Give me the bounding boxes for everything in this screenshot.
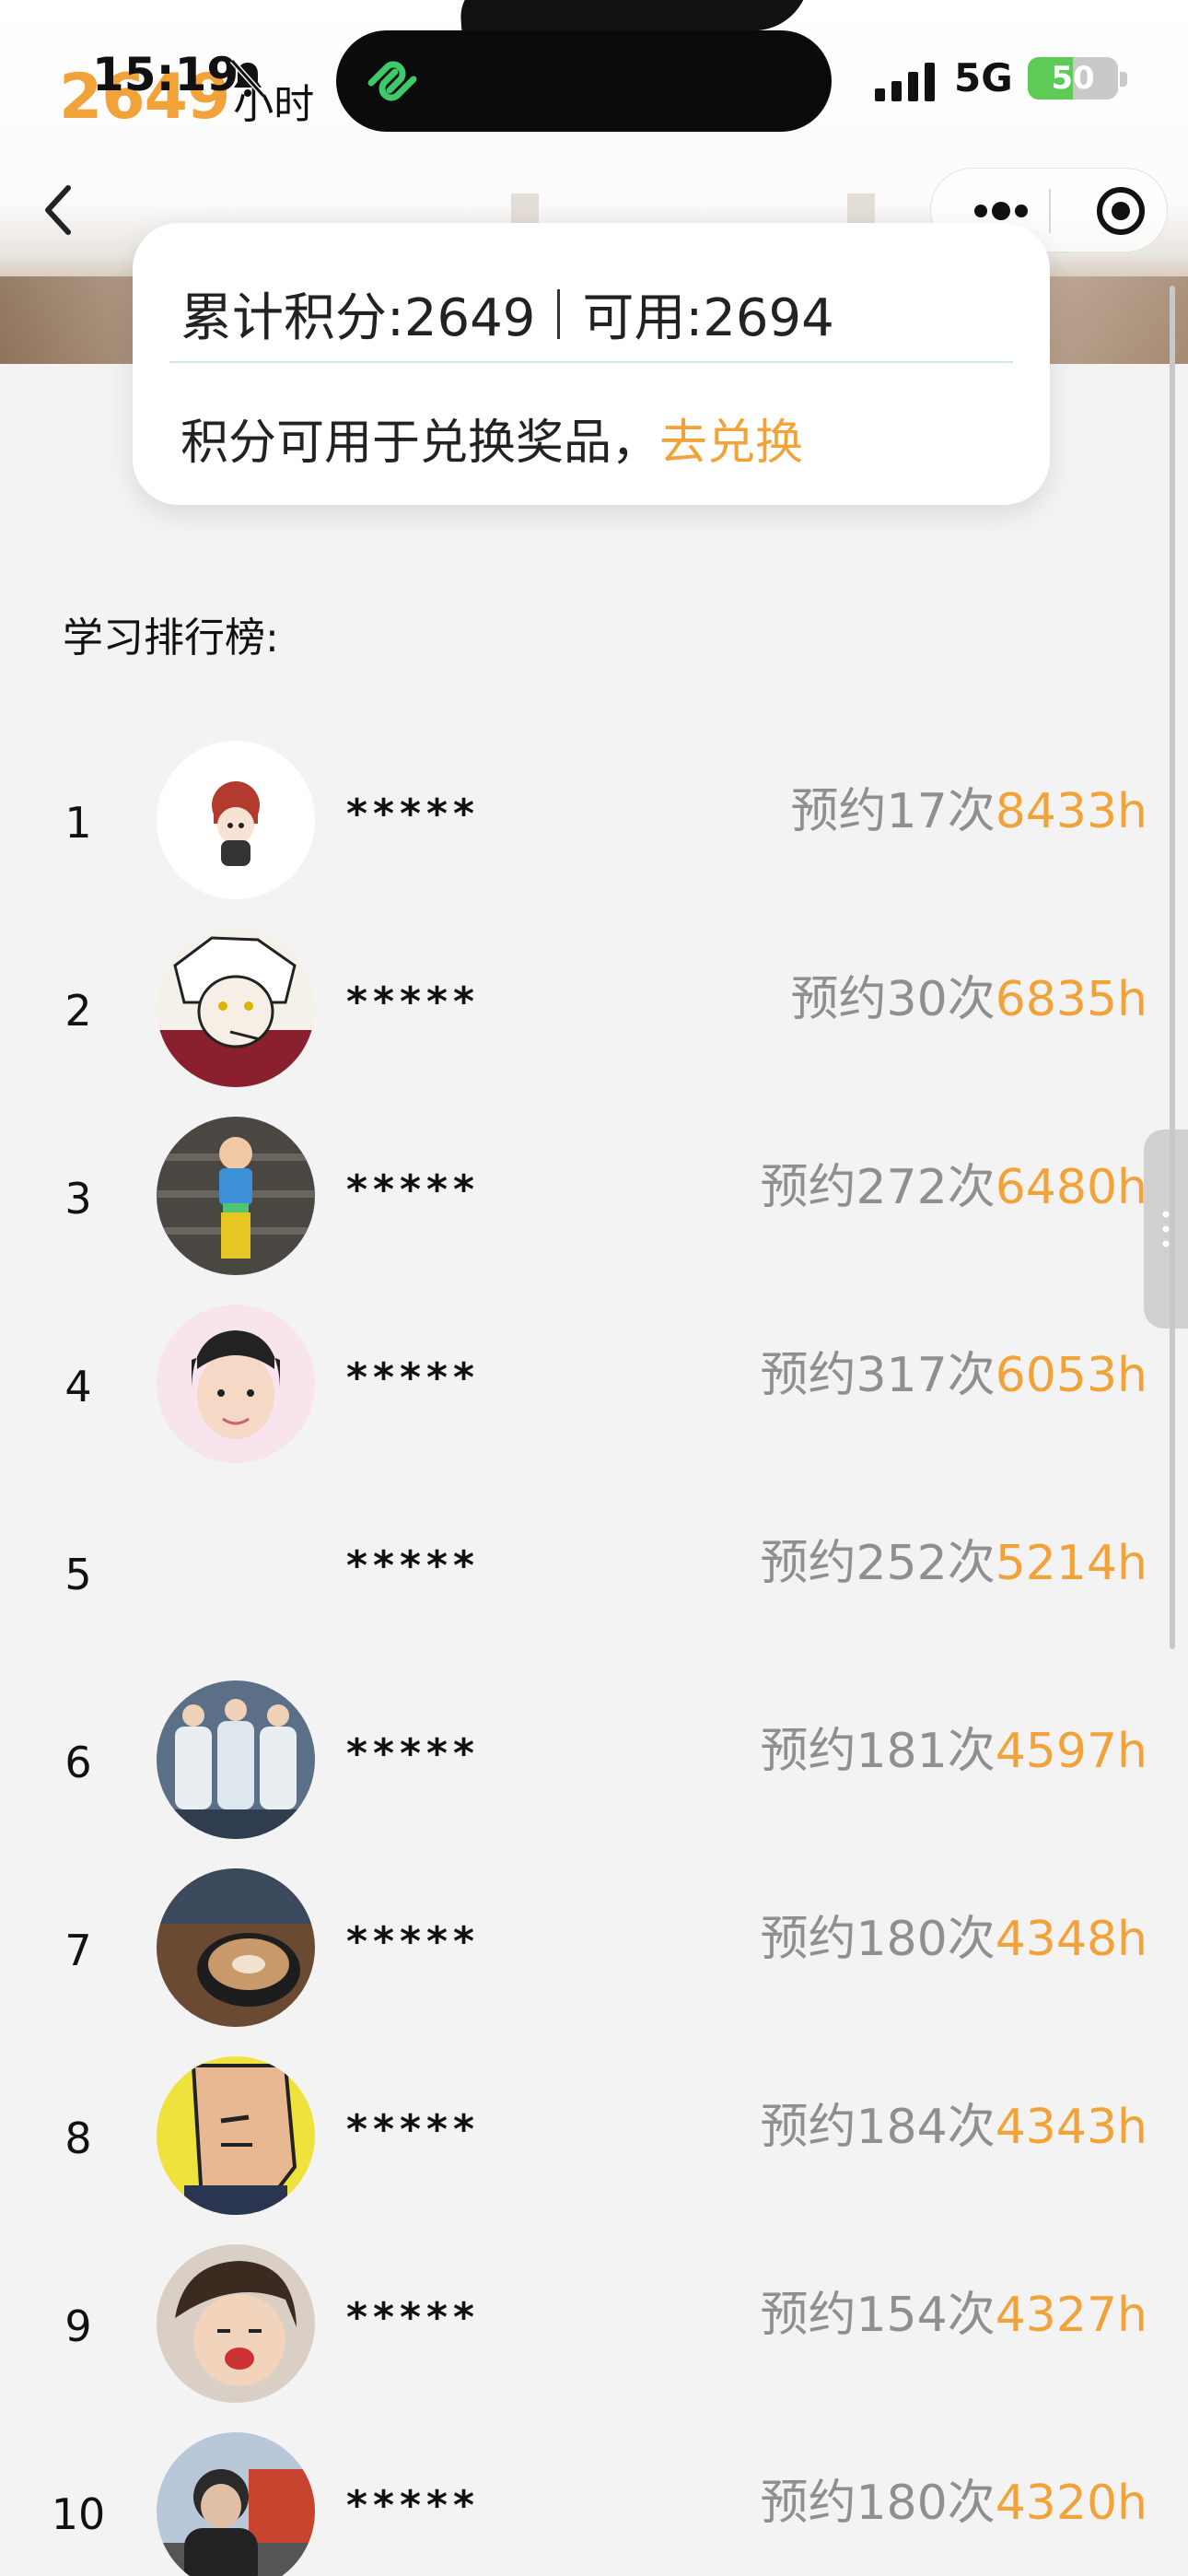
- ranking-row[interactable]: 8 ***** 预约184次4343h: [0, 2053, 1188, 2241]
- avatar: [157, 929, 315, 1087]
- points-separator: [557, 288, 561, 339]
- dynamic-island: [336, 30, 832, 132]
- ranking-row[interactable]: 1 ***** 预约17次8433h: [0, 737, 1188, 925]
- study-hours: 6480h: [995, 1160, 1147, 1215]
- study-hours: 4348h: [995, 1912, 1147, 1967]
- avatar: [157, 2432, 315, 2576]
- ranking-row[interactable]: 6 ***** 预约181次4597h: [0, 1677, 1188, 1865]
- study-stats: 预约17次8433h: [791, 772, 1147, 841]
- chevron-left-icon[interactable]: [33, 181, 85, 240]
- rank-number: 7: [64, 1926, 92, 1975]
- avatar: [157, 1868, 315, 2027]
- reservation-count: 预约30次: [790, 972, 996, 1027]
- user-name: *****: [346, 2294, 481, 2341]
- ranking-row[interactable]: 4 ***** 预约317次6053h: [0, 1301, 1188, 1489]
- avatar: [157, 741, 315, 899]
- status-time: 15:19: [92, 48, 239, 101]
- rank-number: 3: [64, 1174, 92, 1224]
- leaderboard-title: 学习排行榜:: [63, 615, 279, 662]
- bell-slash-icon: [229, 58, 266, 99]
- user-name: *****: [346, 1730, 481, 1777]
- reservation-count: 预约154次: [760, 2288, 996, 2343]
- vertical-dots-icon: [1162, 1211, 1170, 1247]
- user-name: *****: [346, 1542, 481, 1589]
- study-hours: 6835h: [995, 972, 1147, 1027]
- target-close-icon[interactable]: [1067, 181, 1159, 240]
- reservation-count: 预约181次: [760, 1724, 996, 1779]
- battery-percent: 50: [1051, 60, 1095, 97]
- user-name: *****: [346, 1354, 481, 1401]
- reservation-count: 预约252次: [760, 1536, 996, 1591]
- study-stats: 预约180次4348h: [760, 1900, 1147, 1969]
- study-stats: 预约180次4320h: [760, 2464, 1147, 2533]
- avatar: [157, 1680, 315, 1839]
- ranking-row[interactable]: 2 ***** 预约30次6835h: [0, 925, 1188, 1113]
- study-stats: 预约181次4597h: [760, 1712, 1147, 1781]
- study-stats: 预约252次5214h: [760, 1524, 1147, 1593]
- reservation-count: 预约317次: [760, 1348, 996, 1403]
- points-divider: [169, 361, 1013, 363]
- rank-number: 6: [64, 1738, 92, 1787]
- avatar: [157, 1305, 315, 1463]
- study-hours: 4343h: [995, 2100, 1147, 2155]
- study-hours: 8433h: [995, 784, 1147, 839]
- user-name: *****: [346, 1166, 481, 1213]
- app-activity-icon: [367, 61, 417, 101]
- user-name: *****: [346, 790, 481, 837]
- rank-number: 8: [64, 2113, 92, 2163]
- capsule-divider: [1049, 189, 1051, 233]
- exchange-link[interactable]: 去兑换: [659, 404, 803, 473]
- reservation-count: 预约272次: [760, 1160, 996, 1215]
- user-name: *****: [346, 1918, 481, 1965]
- reservation-count: 预约17次: [790, 784, 996, 839]
- study-stats: 预约30次6835h: [791, 960, 1147, 1029]
- user-name: *****: [346, 978, 481, 1025]
- user-name: *****: [346, 2106, 481, 2153]
- floating-side-handle[interactable]: [1144, 1130, 1188, 1329]
- rank-number: 5: [64, 1550, 92, 1599]
- ranking-row[interactable]: 9 ***** 预约154次4327h: [0, 2241, 1188, 2429]
- study-hours: 5214h: [995, 1536, 1147, 1591]
- ranking-row[interactable]: 3 ***** 预约272次6480h: [0, 1113, 1188, 1301]
- available-points: 可用:2694: [582, 288, 834, 348]
- scrollbar[interactable]: [1170, 286, 1175, 1649]
- points-hint-text: 积分可用于兑换奖品，: [181, 416, 660, 471]
- study-stats: 预约317次6053h: [760, 1336, 1147, 1405]
- avatar: [157, 2244, 315, 2403]
- study-stats: 预约272次6480h: [760, 1148, 1147, 1217]
- points-summary: 累计积分:2649 可用:2694: [181, 276, 834, 351]
- avatar: [157, 1117, 315, 1275]
- status-bar: 2649 小时 15:19 5G 50: [0, 0, 1188, 157]
- user-name: *****: [346, 2482, 481, 2529]
- ranking-row[interactable]: 7 ***** 预约180次4348h: [0, 1865, 1188, 2053]
- rank-number: 4: [64, 1362, 92, 1411]
- reservation-count: 预约180次: [760, 1912, 996, 1967]
- avatar: [157, 2056, 315, 2215]
- rank-number: 10: [51, 2489, 106, 2539]
- battery-tip: [1120, 72, 1127, 87]
- ranking-row[interactable]: 10 ***** 预约180次4320h: [0, 2429, 1188, 2576]
- points-hint-line: 积分可用于兑换奖品， 去兑换: [181, 404, 803, 473]
- rank-number: 9: [64, 2301, 92, 2351]
- reservation-count: 预约184次: [760, 2100, 996, 2155]
- battery-indicator: 50: [1028, 57, 1118, 100]
- rank-number: 2: [64, 986, 92, 1036]
- study-stats: 预约184次4343h: [760, 2088, 1147, 2157]
- study-hours: 6053h: [995, 1348, 1147, 1403]
- reservation-count: 预约180次: [760, 2476, 996, 2531]
- study-hours: 4320h: [995, 2476, 1147, 2531]
- network-type: 5G: [954, 55, 1013, 100]
- study-hours: 4597h: [995, 1724, 1147, 1779]
- rank-number: 1: [64, 798, 92, 848]
- points-popup: 累计积分:2649 可用:2694 积分可用于兑换奖品， 去兑换: [133, 223, 1050, 505]
- cellular-signal-icon: [875, 63, 935, 101]
- total-points: 累计积分:2649: [181, 288, 536, 348]
- study-hours: 4327h: [995, 2288, 1147, 2343]
- study-stats: 预约154次4327h: [760, 2276, 1147, 2345]
- ranking-row[interactable]: 5 ***** 预约252次5214h: [0, 1489, 1188, 1677]
